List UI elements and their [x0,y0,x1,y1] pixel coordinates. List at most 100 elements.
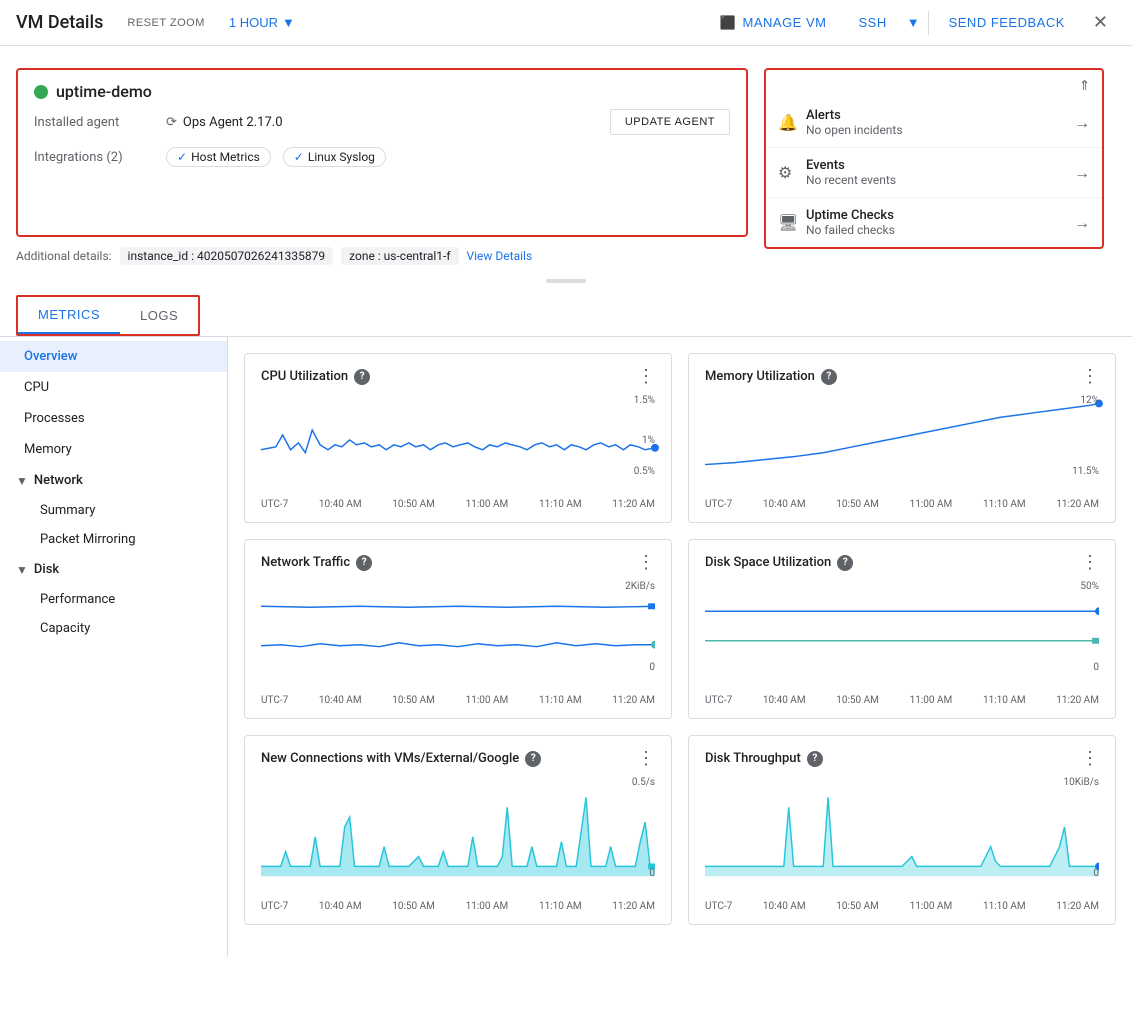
agent-icon: ⟳ [166,115,177,130]
disk-y-min: 0 [1093,662,1099,673]
alerts-title: Alerts [806,108,1074,123]
memory-y-max: 12% [1080,395,1099,406]
check-icon-host: ✓ [177,150,187,164]
disk-throughput-chart-card: Disk Throughput ? ⋮ 10KiB/s 0 [688,735,1116,925]
cpu-chart-title: CPU Utilization [261,369,348,384]
cpu-y-mid: 1% [642,435,655,446]
disk-help-icon[interactable]: ? [837,555,853,571]
uptime-sub: No failed checks [806,223,1074,237]
connections-y-min: 0 [649,868,655,879]
disk-x-labels: UTC-7 10:40 AM 10:50 AM 11:00 AM 11:10 A… [705,695,1099,706]
status-dot [34,85,48,99]
ssh-button[interactable]: SSH [846,9,898,36]
disk-throughput-y-max: 10KiB/s [1064,777,1099,788]
events-arrow-icon: → [1074,163,1090,183]
sidebar-section-disk[interactable]: ▼ Disk [0,554,227,585]
update-agent-button[interactable]: UPDATE AGENT [610,109,730,135]
disk-space-chart-card: Disk Space Utilization ? ⋮ 50% 0 [688,539,1116,719]
disk-y-max: 50% [1080,581,1099,592]
drag-handle [546,279,586,283]
gear-icon: ⚙ [778,163,806,182]
tab-logs[interactable]: LOGS [120,297,198,334]
sidebar-sub-item-packet-mirroring[interactable]: Packet Mirroring [0,525,227,554]
manage-vm-button[interactable]: ⬛ MANAGE VM [708,9,839,37]
connections-x-labels: UTC-7 10:40 AM 10:50 AM 11:00 AM 11:10 A… [261,901,655,912]
network-y-min: 0 [649,662,655,673]
disk-throughput-help-icon[interactable]: ? [807,751,823,767]
events-panel-item[interactable]: ⚙ Events No recent events → [766,148,1102,198]
bell-icon: 🔔 [778,113,806,132]
sidebar-sub-item-summary[interactable]: Summary [0,496,227,525]
connections-chart-title: New Connections with VMs/External/Google [261,751,519,766]
network-chart-card: Network Traffic ? ⋮ 2KiB/s 0 [244,539,672,719]
events-sub: No recent events [806,173,1074,187]
connections-more-button[interactable]: ⋮ [637,748,655,769]
disk-throughput-chart-svg [705,777,1099,877]
network-y-max: 2KiB/s [625,581,655,592]
close-button[interactable]: ✕ [1085,8,1116,37]
memory-help-icon[interactable]: ? [821,369,837,385]
view-details-link[interactable]: View Details [467,249,533,263]
sidebar-sub-item-capacity[interactable]: Capacity [0,614,227,643]
connections-chart-card: New Connections with VMs/External/Google… [244,735,672,925]
sidebar-section-network[interactable]: ▼ Network [0,465,227,496]
network-more-button[interactable]: ⋮ [637,552,655,573]
memory-more-button[interactable]: ⋮ [1081,366,1099,387]
agent-label: Installed agent [34,115,154,130]
collapse-button[interactable]: ⇑ [1079,78,1090,94]
uptime-title: Uptime Checks [806,208,1074,223]
memory-x-labels: UTC-7 10:40 AM 10:50 AM 11:00 AM 11:10 A… [705,499,1099,510]
cpu-more-button[interactable]: ⋮ [637,366,655,387]
cpu-help-icon[interactable]: ? [354,369,370,385]
disk-space-chart-svg [705,581,1099,671]
send-feedback-button[interactable]: SEND FEEDBACK [937,9,1077,36]
sidebar-item-processes[interactable]: Processes [0,403,227,434]
alerts-sub: No open incidents [806,123,1074,137]
zone-badge: zone : us-central1-f [341,247,458,265]
uptime-panel-item[interactable]: 🖥 Uptime Checks No failed checks → [766,198,1102,247]
network-chart-svg [261,581,655,671]
connections-y-max: 0.5/s [632,777,655,788]
memory-y-min: 11.5% [1072,466,1099,477]
sidebar-item-overview[interactable]: Overview [0,341,227,372]
sidebar-item-memory[interactable]: Memory [0,434,227,465]
integration-badge-host: ✓ Host Metrics [166,147,271,167]
memory-chart-card: Memory Utilization ? ⋮ 12% 11.5% [688,353,1116,523]
disk-throughput-x-labels: UTC-7 10:40 AM 10:50 AM 11:00 AM 11:10 A… [705,901,1099,912]
disk-throughput-more-button[interactable]: ⋮ [1081,748,1099,769]
header-divider [928,11,929,35]
page-title: VM Details [16,12,103,33]
time-range-button[interactable]: 1 HOUR ▼ [229,15,295,30]
integrations-label: Integrations (2) [34,150,154,165]
alerts-arrow-icon: → [1074,113,1090,133]
network-x-labels: UTC-7 10:40 AM 10:50 AM 11:00 AM 11:10 A… [261,695,655,706]
cpu-y-min: 0.5% [634,466,655,477]
disk-more-button[interactable]: ⋮ [1081,552,1099,573]
sidebar-sub-item-performance[interactable]: Performance [0,585,227,614]
alerts-panel-item[interactable]: 🔔 Alerts No open incidents → [766,98,1102,148]
vm-icon: ⬛ [720,15,737,31]
vm-name: uptime-demo [56,82,152,101]
reset-zoom-button[interactable]: RESET ZOOM [119,13,213,33]
events-title: Events [806,158,1074,173]
integration-badge-syslog: ✓ Linux Syslog [283,147,386,167]
connections-help-icon[interactable]: ? [525,751,541,767]
cpu-chart-svg [261,395,655,475]
network-help-icon[interactable]: ? [356,555,372,571]
tab-metrics[interactable]: METRICS [18,297,120,334]
ssh-dropdown-icon[interactable]: ▼ [907,15,920,31]
uptime-arrow-icon: → [1074,213,1090,233]
instance-id-badge: instance_id : 4020507026241335879 [120,247,334,265]
memory-chart-svg [705,395,1099,475]
sidebar: Overview CPU Processes Memory ▼ Network … [0,337,228,957]
memory-chart-title: Memory Utilization [705,369,815,384]
network-chart-title: Network Traffic [261,555,350,570]
cpu-x-labels: UTC-7 10:40 AM 10:50 AM 11:00 AM 11:10 A… [261,499,655,510]
sidebar-item-cpu[interactable]: CPU [0,372,227,403]
charts-area: CPU Utilization ? ⋮ 1.5% 1% 0.5% [228,337,1132,957]
disk-space-chart-title: Disk Space Utilization [705,555,831,570]
chevron-down-icon-disk: ▼ [16,563,28,577]
disk-throughput-chart-title: Disk Throughput [705,751,801,766]
cpu-y-max: 1.5% [634,395,655,406]
tabs-row: METRICS LOGS [16,295,200,336]
